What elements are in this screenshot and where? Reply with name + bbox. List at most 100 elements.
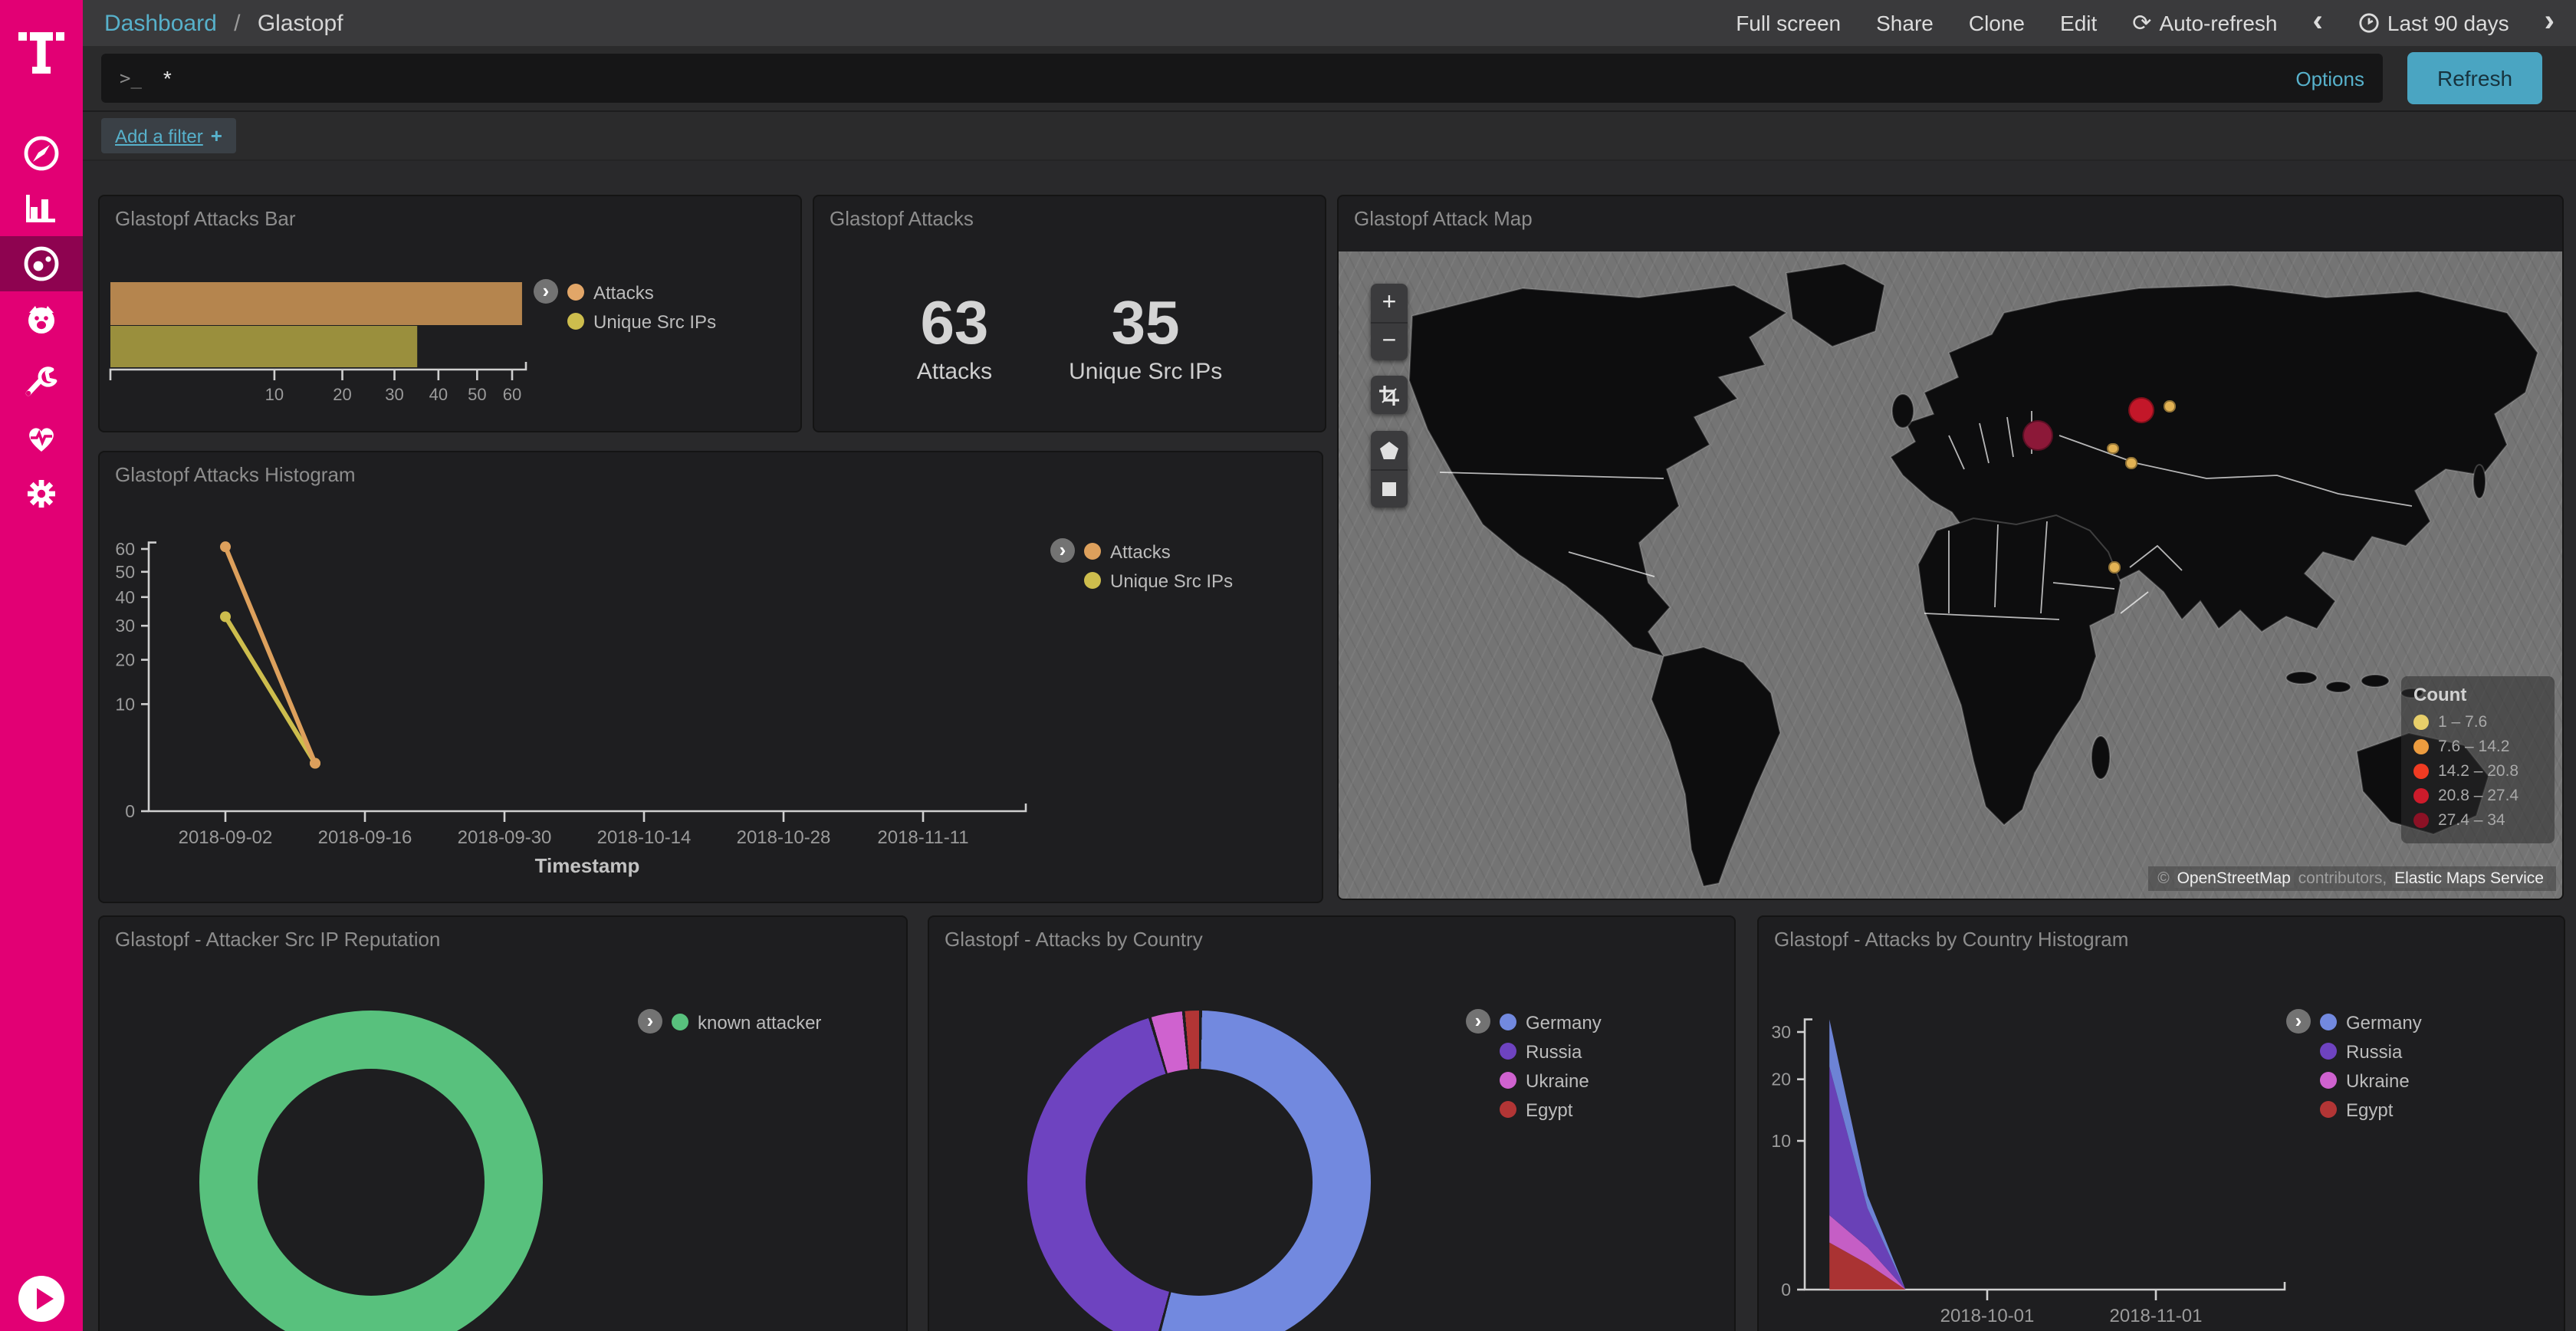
sidebar-item-dev-tools[interactable]	[0, 356, 83, 411]
legend-dot	[2320, 1014, 2337, 1030]
breadcrumb-current: Glastopf	[258, 10, 343, 36]
query-text[interactable]: *	[163, 66, 2295, 90]
svg-text:2018-09-16: 2018-09-16	[318, 827, 412, 848]
panel-src-ip-reputation: Glastopf - Attacker Src IP Reputation › k…	[98, 915, 908, 1331]
zoom-out-button[interactable]: −	[1371, 322, 1408, 360]
legend-bar-item-attacks[interactable]: Attacks	[567, 278, 716, 307]
panel-title[interactable]: Glastopf - Attacker Src IP Reputation	[100, 917, 906, 961]
legend-label: Russia	[2346, 1040, 2402, 1062]
world-map[interactable]	[1339, 251, 2562, 900]
legend-toggle-icon[interactable]: ›	[2286, 1009, 2311, 1034]
legend-toggle-icon[interactable]: ›	[638, 1009, 662, 1034]
legend-hist-item-attacks[interactable]: Attacks	[1084, 537, 1233, 566]
panel-title[interactable]: Glastopf Attack Map	[1339, 196, 2562, 241]
svg-text:10: 10	[115, 694, 135, 714]
osm-link[interactable]: OpenStreetMap	[2174, 869, 2294, 888]
menu-item-auto-refresh[interactable]: ⟳Auto-refresh	[2132, 9, 2277, 37]
sidebar-item-monitoring[interactable]	[0, 411, 83, 466]
refresh-button[interactable]: Refresh	[2407, 52, 2542, 104]
panel-attacks-metric: Glastopf Attacks 63 Attacks 35 Unique Sr…	[813, 195, 1326, 432]
legend-label: Germany	[2346, 1011, 2422, 1033]
zoom-in-button[interactable]: +	[1371, 284, 1408, 322]
map-attack-point	[2108, 561, 2120, 573]
legend-dot	[2413, 739, 2429, 754]
legend-country-item-russia[interactable]: Russia	[1500, 1037, 1602, 1066]
lion-icon	[21, 299, 61, 339]
add-filter-button[interactable]: Add a filter +	[101, 118, 236, 153]
legend-country-item-egypt[interactable]: Egypt	[1500, 1095, 1602, 1124]
map-legend-item: 1 – 7.6	[2413, 710, 2542, 735]
legend-chist-item-egypt[interactable]: Egypt	[2320, 1095, 2422, 1124]
panel-title[interactable]: Glastopf - Attacks by Country	[929, 917, 1734, 961]
legend-dot	[2413, 715, 2429, 730]
legend-label: Unique Src IPs	[593, 311, 716, 332]
options-link[interactable]: Options	[2295, 67, 2364, 90]
legend-chist-item-ukraine[interactable]: Ukraine	[2320, 1066, 2422, 1095]
legend-hist-item-unique-src-ips[interactable]: Unique Src IPs	[1084, 566, 1233, 595]
svg-text:10: 10	[265, 385, 284, 404]
heart-pulse-icon	[21, 419, 61, 458]
legend-toggle-icon[interactable]: ›	[1466, 1009, 1490, 1034]
ems-link[interactable]: Elastic Maps Service	[2391, 869, 2547, 888]
legend-country-item-ukraine[interactable]: Ukraine	[1500, 1066, 1602, 1095]
search-input[interactable]: >_ * Options	[101, 54, 2383, 103]
time-forward-button[interactable]: ›	[2545, 6, 2555, 37]
compass-icon	[21, 133, 61, 173]
svg-text:2018-11-01: 2018-11-01	[2110, 1306, 2203, 1326]
legend-dot	[2413, 813, 2429, 828]
draw-rectangle-icon[interactable]	[1371, 469, 1408, 508]
map-attribution: © OpenStreetMap contributors, Elastic Ma…	[2148, 866, 2556, 891]
breadcrumb-dashboard[interactable]: Dashboard	[104, 10, 217, 36]
telekom-logo[interactable]	[0, 0, 83, 98]
metric-value: 63	[917, 290, 992, 357]
map-zoom-controls: + −	[1371, 284, 1408, 360]
attacks-histogram-chart: 01020304050602018-09-022018-09-162018-09…	[100, 452, 1322, 902]
sidebar-item-timelion[interactable]	[0, 291, 83, 347]
time-range-picker[interactable]: Last 90 days	[2358, 11, 2509, 35]
legend-chist-item-germany[interactable]: Germany	[2320, 1007, 2422, 1037]
metric-unique-src-ips: 35 Unique Src IPs	[1069, 290, 1222, 385]
legend-label: 7.6 – 14.2	[2438, 738, 2509, 756]
legend-country-item-germany[interactable]: Germany	[1500, 1007, 1602, 1037]
menu-item-full-screen[interactable]: Full screen	[1736, 11, 1841, 35]
svg-text:2018-11-11: 2018-11-11	[877, 827, 968, 848]
svg-text:60: 60	[503, 385, 521, 404]
sidebar-item-management[interactable]	[0, 466, 83, 521]
sidebar-item-visualize[interactable]	[0, 181, 83, 236]
legend-toggle-icon[interactable]: ›	[1050, 538, 1075, 563]
sidebar-collapse-button[interactable]	[18, 1276, 64, 1322]
panel-attacks-bar: Glastopf Attacks Bar 102030405060 ›Attac…	[98, 195, 802, 432]
time-back-button[interactable]: ‹	[2313, 6, 2323, 37]
legend-label: Egypt	[2346, 1099, 2393, 1120]
attribution-copyright: ©	[2157, 869, 2174, 888]
menu-item-edit[interactable]: Edit	[2060, 11, 2097, 35]
map-attack-point	[2126, 457, 2137, 468]
legend-dot	[567, 313, 584, 330]
legend-dot	[2320, 1101, 2337, 1118]
sidebar-item-discover[interactable]	[0, 126, 83, 181]
draw-polygon-icon[interactable]	[1371, 431, 1408, 469]
crop-icon[interactable]	[1371, 376, 1408, 414]
metric-label: Unique Src IPs	[1069, 359, 1222, 385]
legend-dot	[2413, 788, 2429, 804]
legend-dot	[1500, 1014, 1516, 1030]
svg-text:Timestamp: Timestamp	[535, 854, 640, 877]
legend-country-histogram: › Germany Russia Ukraine Egypt	[2286, 1007, 2422, 1124]
legend-label: Attacks	[593, 281, 654, 303]
legend-dot	[1500, 1101, 1516, 1118]
panel-title[interactable]: Glastopf Attacks	[814, 196, 1325, 241]
svg-text:0: 0	[1781, 1280, 1791, 1300]
legend-bar-item-unique-src-ips[interactable]: Unique Src IPs	[567, 307, 716, 336]
panel-country-histogram: Glastopf - Attacks by Country Histogram …	[1757, 915, 2565, 1331]
legend-toggle-icon[interactable]: ›	[534, 279, 558, 304]
map-attack-point	[2164, 401, 2175, 412]
legend-chist-item-russia[interactable]: Russia	[2320, 1037, 2422, 1066]
menu-item-share[interactable]: Share	[1876, 11, 1934, 35]
menu-item-clone[interactable]: Clone	[1969, 11, 2025, 35]
legend-rep-item-known-attacker[interactable]: known attacker	[672, 1007, 821, 1037]
svg-text:0: 0	[125, 801, 135, 821]
svg-text:60: 60	[115, 539, 135, 559]
sidebar-item-dashboard[interactable]	[0, 236, 83, 291]
legend-label: known attacker	[698, 1011, 821, 1033]
map-count-legend: Count 1 – 7.67.6 – 14.214.2 – 20.820.8 –…	[2401, 676, 2555, 843]
